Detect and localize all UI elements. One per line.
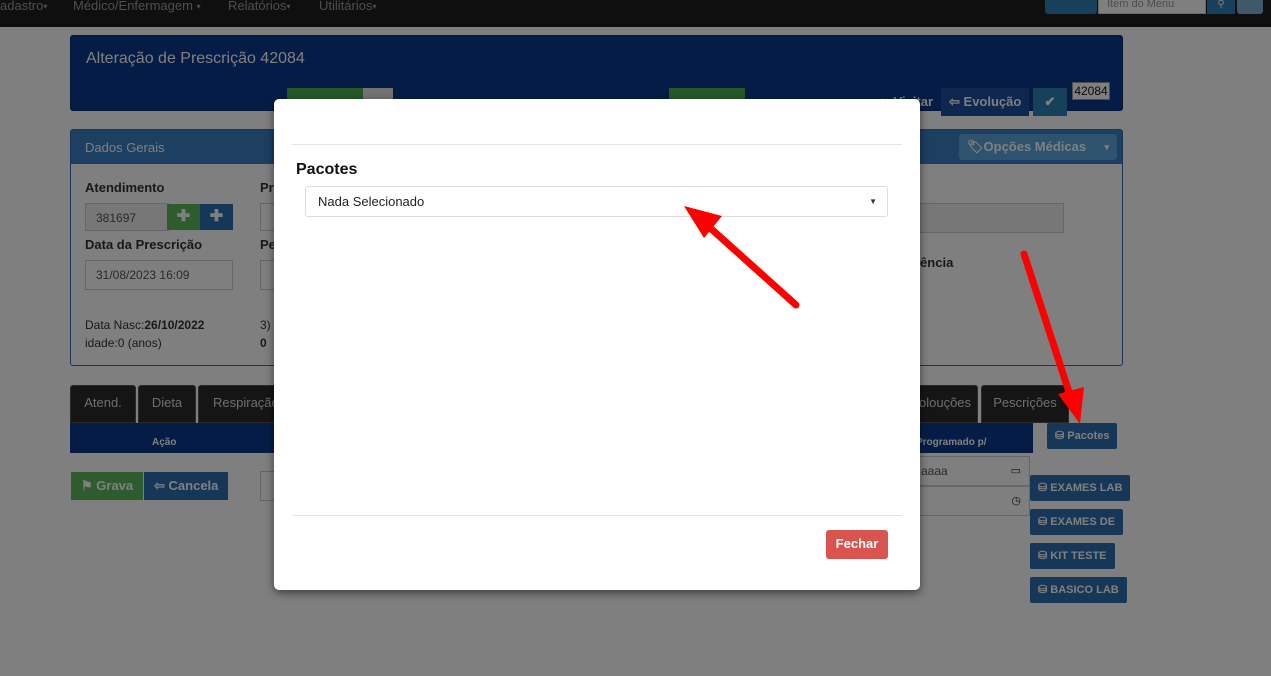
caret-down-icon: ▼ [869,197,877,206]
pacotes-select[interactable]: Nada Selecionado ▼ [305,186,888,217]
pacotes-modal: Pacotes Nada Selecionado ▼ Fechar [274,99,920,590]
pacotes-select-value: Nada Selecionado [318,194,425,209]
pacotes-label: Pacotes [296,161,358,178]
fechar-button[interactable]: Fechar [826,530,888,559]
modal-footer-divider [292,515,902,516]
modal-header-divider [292,144,902,145]
